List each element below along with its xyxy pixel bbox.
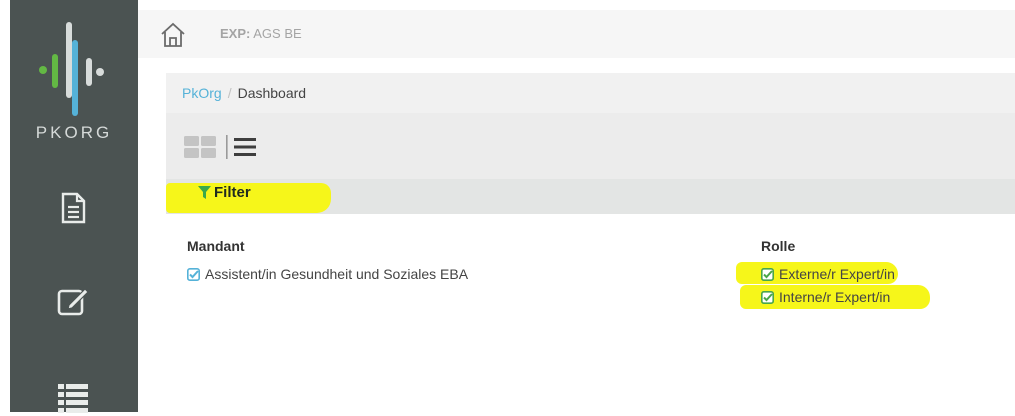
home-icon[interactable]	[160, 22, 186, 48]
breadcrumb-current: Dashboard	[237, 85, 307, 101]
exp-label: EXP:	[220, 26, 251, 41]
mandant-option[interactable]: Assistent/in Gesundheit und Soziales EBA	[187, 266, 468, 282]
top-bar: EXP: AGS BE	[138, 10, 1015, 58]
exp-context: EXP: AGS BE	[220, 26, 302, 41]
list-view-icon[interactable]	[226, 135, 258, 159]
breadcrumb: PkOrg / Dashboard	[166, 73, 1015, 113]
checkbox-checked-icon[interactable]	[761, 290, 774, 304]
breadcrumb-link-pkorg[interactable]: PkOrg	[166, 85, 222, 101]
rolle-option-interne[interactable]: Interne/r Expert/in	[761, 289, 890, 305]
filter-panel: Mandant Assistent/in Gesundheit und Sozi…	[166, 214, 1015, 412]
rolle-header: Rolle	[761, 238, 796, 254]
filter-bar[interactable]: Filter	[166, 179, 1015, 214]
document-icon[interactable]	[55, 190, 91, 226]
mandant-header: Mandant	[187, 238, 245, 254]
filter-title-text: Filter	[214, 184, 251, 201]
mandant-option-label: Assistent/in Gesundheit und Soziales EBA	[205, 266, 469, 282]
grid-view-icon[interactable]	[183, 135, 217, 159]
logo-text: PKORG	[35, 123, 113, 142]
list-icon[interactable]	[55, 380, 91, 416]
edit-icon[interactable]	[55, 283, 91, 319]
checkbox-checked-icon[interactable]	[761, 267, 774, 281]
checkbox-checked-icon[interactable]	[187, 267, 200, 281]
filter-title: Filter	[198, 184, 251, 201]
breadcrumb-separator: /	[227, 85, 232, 101]
main-content: PkOrg / Dashboard Filter Mandant Assiste…	[138, 58, 1015, 412]
sidebar: PKORG	[10, 0, 138, 413]
exp-value: AGS BE	[253, 26, 302, 41]
view-toggle-bar	[166, 113, 1015, 179]
rolle-option-label: Interne/r Expert/in	[779, 289, 891, 305]
rolle-option-externe[interactable]: Externe/r Expert/in	[761, 266, 895, 282]
pkorg-logo[interactable]	[10, 22, 138, 132]
filter-funnel-icon	[198, 186, 211, 199]
rolle-option-label: Externe/r Expert/in	[779, 266, 895, 282]
